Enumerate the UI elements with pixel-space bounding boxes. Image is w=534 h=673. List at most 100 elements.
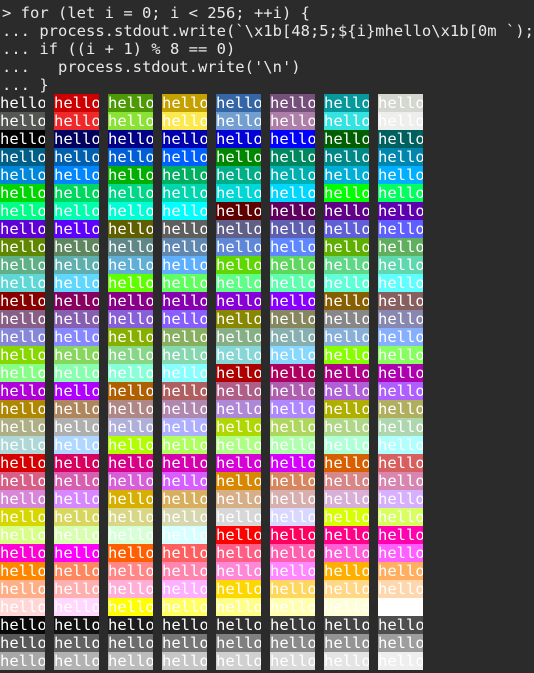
- color-swatch: hello: [216, 166, 261, 184]
- color-swatch: hello: [108, 274, 153, 292]
- color-swatch: hello: [270, 202, 315, 220]
- color-swatch: hello: [378, 418, 423, 436]
- color-swatch: hello: [0, 220, 45, 238]
- swatch-row: hello hello hello hello hello hello hello hello: [0, 184, 432, 202]
- color-swatch: hello: [54, 418, 99, 436]
- color-swatch: hello: [0, 130, 45, 148]
- color-swatch: hello: [216, 526, 261, 544]
- color-swatch: hello: [108, 202, 153, 220]
- code-block: > for (let i = 0; i < 256; ++i) { ... pr…: [2, 4, 534, 94]
- color-swatch: hello: [162, 292, 207, 310]
- code-line: ... process.stdout.write(`\x1b[48;5;${i}…: [2, 22, 534, 40]
- color-swatch: hello: [54, 148, 99, 166]
- color-swatch: hello: [270, 490, 315, 508]
- color-swatch: hello: [324, 544, 369, 562]
- color-swatch: hello: [270, 256, 315, 274]
- color-swatch: hello: [162, 130, 207, 148]
- color-swatch: hello: [0, 238, 45, 256]
- color-swatch: hello: [270, 112, 315, 130]
- color-swatch: hello: [108, 400, 153, 418]
- color-swatch: hello: [162, 616, 207, 634]
- color-swatch: hello: [216, 130, 261, 148]
- color-swatch: hello: [378, 508, 423, 526]
- color-swatch: hello: [324, 454, 369, 472]
- color-swatch: hello: [54, 544, 99, 562]
- color-swatch: hello: [108, 526, 153, 544]
- color-swatch: hello: [216, 472, 261, 490]
- color-swatch: hello: [270, 598, 315, 616]
- color-swatch: hello: [216, 508, 261, 526]
- color-swatch: hello: [54, 436, 99, 454]
- color-swatch-grid: hello hello hello hello hello hello hello hello…: [0, 94, 432, 670]
- color-swatch: hello: [0, 544, 45, 562]
- color-swatch: hello: [324, 436, 369, 454]
- color-swatch: hello: [54, 130, 99, 148]
- color-swatch: hello: [216, 256, 261, 274]
- color-swatch: hello: [54, 274, 99, 292]
- color-swatch: hello: [270, 652, 315, 670]
- color-swatch: hello: [0, 274, 45, 292]
- swatch-row: hello hello hello hello hello hello hello hello: [0, 616, 432, 634]
- color-swatch: hello: [54, 256, 99, 274]
- swatch-row: hello hello hello hello hello hello hello hello: [0, 490, 432, 508]
- color-swatch: hello: [324, 130, 369, 148]
- color-swatch: hello: [54, 490, 99, 508]
- color-swatch: hello: [216, 292, 261, 310]
- color-swatch: hello: [378, 346, 423, 364]
- swatch-row: hello hello hello hello hello hello hello hello: [0, 526, 432, 544]
- color-swatch: hello: [162, 328, 207, 346]
- swatch-row: hello hello hello hello hello hello hello hello: [0, 472, 432, 490]
- color-swatch: hello: [0, 166, 45, 184]
- color-swatch: hello: [108, 94, 153, 112]
- swatch-row: hello hello hello hello hello hello hello hello: [0, 562, 432, 580]
- color-swatch: hello: [324, 616, 369, 634]
- code-line: > for (let i = 0; i < 256; ++i) {: [2, 4, 310, 22]
- color-swatch: hello: [378, 202, 423, 220]
- color-swatch: hello: [0, 292, 45, 310]
- color-swatch: hello: [0, 472, 45, 490]
- color-swatch: hello: [0, 616, 45, 634]
- terminal-window[interactable]: > for (let i = 0; i < 256; ++i) { ... pr…: [0, 0, 534, 673]
- color-swatch: hello: [108, 508, 153, 526]
- color-swatch: hello: [0, 652, 45, 670]
- color-swatch: hello: [378, 580, 423, 598]
- color-swatch: hello: [0, 256, 45, 274]
- color-swatch: hello: [270, 544, 315, 562]
- color-swatch: hello: [378, 472, 423, 490]
- swatch-row: hello hello hello hello hello hello hello hello: [0, 238, 432, 256]
- color-swatch: hello: [0, 508, 45, 526]
- color-swatch: hello: [216, 544, 261, 562]
- color-swatch: hello: [162, 436, 207, 454]
- color-swatch: hello: [108, 148, 153, 166]
- code-line: ... }: [2, 76, 49, 94]
- color-swatch: hello: [216, 94, 261, 112]
- color-swatch: hello: [378, 148, 423, 166]
- color-swatch: hello: [108, 328, 153, 346]
- color-swatch: hello: [216, 616, 261, 634]
- color-swatch: hello: [0, 598, 45, 616]
- color-swatch: hello: [378, 364, 423, 382]
- color-swatch: hello: [162, 580, 207, 598]
- color-swatch: hello: [216, 454, 261, 472]
- color-swatch: hello: [270, 580, 315, 598]
- color-swatch: hello: [54, 454, 99, 472]
- color-swatch: hello: [108, 544, 153, 562]
- color-swatch: hello: [162, 544, 207, 562]
- swatch-row: hello hello hello hello hello hello hello hello: [0, 328, 432, 346]
- color-swatch: hello: [108, 364, 153, 382]
- swatch-row: hello hello hello hello hello hello hello hello: [0, 508, 432, 526]
- swatch-row: hello hello hello hello hello hello hello hello: [0, 652, 432, 670]
- swatch-row: hello hello hello hello hello hello hello hello: [0, 418, 432, 436]
- color-swatch: hello: [54, 346, 99, 364]
- swatch-row: hello hello hello hello hello hello hello hello: [0, 580, 432, 598]
- code-line: ... process.stdout.write('\n'): [2, 58, 301, 76]
- color-swatch: hello: [378, 166, 423, 184]
- color-swatch: hello: [162, 364, 207, 382]
- color-swatch: hello: [162, 562, 207, 580]
- color-swatch: hello: [324, 526, 369, 544]
- color-swatch: hello: [54, 238, 99, 256]
- color-swatch: hello: [216, 238, 261, 256]
- color-swatch: hello: [108, 436, 153, 454]
- color-swatch: hello: [54, 166, 99, 184]
- color-swatch: hello: [54, 328, 99, 346]
